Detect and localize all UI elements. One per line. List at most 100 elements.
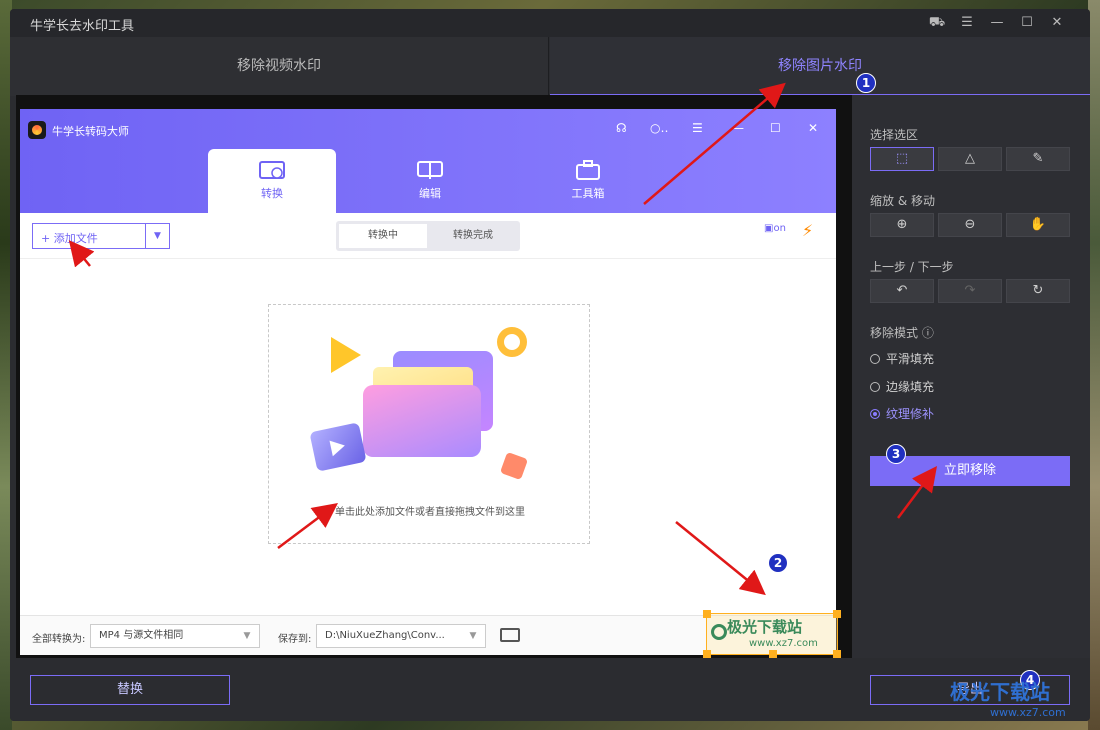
- brush-select-button[interactable]: ✎: [1006, 147, 1070, 171]
- watermark-selection-box[interactable]: 极光下载站 www.xz7.com: [703, 610, 841, 658]
- image-canvas[interactable]: 牛学长转码大师 ☊ ○‥ ☰ — ☐ ✕ 转换 编辑 工具箱 + 添加文件 ▼ …: [16, 95, 852, 658]
- watermark-text: 极光下载站: [727, 618, 803, 636]
- inner-tab-convert: 转换: [208, 149, 336, 213]
- inner-dropzone: 单击此处添加文件或者直接拖拽文件到这里: [268, 304, 590, 544]
- inner-app-name: 牛学长转码大师: [52, 125, 129, 138]
- step-badge-2: 2: [768, 553, 788, 573]
- mode-edge-fill[interactable]: 边缘填充: [870, 378, 934, 395]
- bottom-bar: 替换 导出: [10, 658, 1090, 721]
- save-to-label: 保存到:: [278, 634, 312, 645]
- hand-icon: ✋: [1029, 217, 1047, 232]
- inner-status-segment: 转换中 转换完成: [336, 221, 520, 251]
- radio-icon: [870, 382, 880, 392]
- pan-button[interactable]: ✋: [1006, 213, 1070, 237]
- inner-toolbar: + 添加文件 ▼ 转换中 转换完成 ▣on ⚡: [20, 213, 836, 259]
- rect-select-button[interactable]: ⬚: [870, 147, 934, 171]
- mode-smooth-fill-label: 平滑填充: [886, 352, 935, 366]
- inner-add-file-button: + 添加文件 ▼: [32, 223, 170, 249]
- tab-remove-image-watermark[interactable]: 移除图片水印: [550, 37, 1090, 96]
- scissors-icon: [417, 161, 443, 179]
- inner-close-icon: ✕: [808, 121, 819, 135]
- inner-maximize-icon: ☐: [770, 121, 781, 135]
- site-watermark-url: www.xz7.com: [990, 706, 1066, 719]
- mode-edge-fill-label: 边缘填充: [886, 380, 935, 394]
- mode-texture-repair[interactable]: 纹理修补: [870, 405, 934, 422]
- step-badge-1: 1: [856, 73, 876, 93]
- dropzone-hint: 单击此处添加文件或者直接拖拽文件到这里: [335, 507, 525, 518]
- close-icon[interactable]: ✕: [1047, 13, 1067, 33]
- loaded-image-screenshot: 牛学长转码大师 ☊ ○‥ ☰ — ☐ ✕ 转换 编辑 工具箱 + 添加文件 ▼ …: [20, 109, 841, 658]
- app-title: 牛学长去水印工具: [30, 19, 135, 34]
- title-bar: 牛学长去水印工具 ⛟ ☰ — ☐ ✕: [10, 9, 1090, 37]
- convert-all-value: MP4 与源文件相同: [99, 630, 184, 641]
- radio-icon: [870, 354, 880, 364]
- remove-mode-label: 移除模式: [870, 326, 919, 340]
- zoom-move-label: 缩放 & 移动: [870, 194, 935, 208]
- folder-icon: [500, 628, 520, 642]
- reset-button[interactable]: ↻: [1006, 279, 1070, 303]
- brush-icon: ✎: [1032, 151, 1044, 166]
- chevron-down-icon: ▼: [243, 631, 251, 641]
- radio-selected-icon: [870, 409, 880, 419]
- inner-tab-edit: 编辑: [366, 149, 494, 213]
- step-badge-3: 3: [886, 444, 906, 464]
- tab-remove-video-watermark[interactable]: 移除视频水印: [10, 37, 549, 96]
- resize-handle-bl[interactable]: [703, 650, 711, 658]
- cart-icon[interactable]: ⛟: [927, 13, 947, 33]
- convert-all-select: MP4 与源文件相同 ▼: [90, 624, 260, 648]
- help-icon[interactable]: ⓘ: [922, 326, 934, 340]
- inner-add-file-label: + 添加文件: [41, 232, 98, 245]
- mode-tabs: 移除视频水印 移除图片水印: [10, 37, 1090, 96]
- inner-menu-icon: ☰: [692, 121, 703, 135]
- mode-smooth-fill[interactable]: 平滑填充: [870, 350, 934, 367]
- inner-seg-done: 转换完成: [453, 230, 493, 241]
- resize-handle-tr[interactable]: [833, 610, 841, 618]
- undo-redo-label: 上一步 / 下一步: [870, 260, 954, 274]
- replace-button[interactable]: 替换: [30, 675, 230, 705]
- zoom-out-button[interactable]: ⊖: [938, 213, 1002, 237]
- cube-icon: [499, 451, 529, 481]
- resize-handle-br[interactable]: [833, 650, 841, 658]
- resize-handle-bottom[interactable]: [769, 650, 777, 658]
- gpu-acceleration-icon: ▣on: [764, 223, 786, 234]
- toolbox-icon: [576, 160, 600, 180]
- site-watermark-text: 极光下载站: [950, 680, 1050, 704]
- tool-sidebar: 选择选区 ⬚ △ ✎ 缩放 & 移动 ⊕ ⊖ ✋ 上一步 / 下一步 ↶ ↷ ↻…: [852, 95, 1090, 658]
- remove-mode-row: 移除模式 ⓘ: [870, 324, 934, 341]
- watermark-url: www.xz7.com: [749, 638, 818, 649]
- rect-select-icon: ⬚: [895, 151, 909, 166]
- inner-app-logo: [28, 121, 46, 139]
- chevron-down-icon: ▼: [145, 224, 169, 248]
- inner-tab-convert-label: 转换: [261, 187, 283, 200]
- inner-minimize-icon: —: [732, 121, 744, 135]
- video-card-icon: [309, 422, 367, 472]
- resize-handle-tl[interactable]: [703, 610, 711, 618]
- lightning-icon: ⚡: [802, 221, 814, 240]
- redo-button[interactable]: ↷: [938, 279, 1002, 303]
- redo-icon: ↷: [964, 283, 976, 298]
- zoom-in-button[interactable]: ⊕: [870, 213, 934, 237]
- maximize-icon[interactable]: ☐: [1017, 13, 1037, 33]
- polygon-select-icon: △: [965, 151, 975, 166]
- inner-seg-converting: 转换中: [339, 224, 427, 248]
- gpu-on-label: on: [773, 223, 786, 234]
- menu-icon[interactable]: ☰: [957, 13, 977, 33]
- polygon-select-button[interactable]: △: [938, 147, 1002, 171]
- inner-tab-toolbox: 工具箱: [524, 149, 652, 213]
- save-to-select: D:\NiuXueZhang\Conv... ▼: [316, 624, 486, 648]
- undo-button[interactable]: ↶: [870, 279, 934, 303]
- chevron-down-icon: ▼: [469, 631, 477, 641]
- play-triangle-icon: [331, 337, 361, 373]
- select-area-label: 选择选区: [870, 128, 919, 142]
- save-to-value: D:\NiuXueZhang\Conv...: [325, 630, 445, 641]
- minimize-icon[interactable]: —: [987, 13, 1007, 33]
- folder-front: [363, 385, 481, 457]
- zoom-in-icon: ⊕: [896, 217, 908, 232]
- refresh-icon: ↻: [1032, 283, 1044, 298]
- watermark-remover-window: 牛学长去水印工具 ⛟ ☰ — ☐ ✕ 移除视频水印 移除图片水印 牛学长转码大师…: [10, 9, 1090, 721]
- inner-more-icon: ○‥: [650, 121, 669, 135]
- inner-app-header: 牛学长转码大师 ☊ ○‥ ☰ — ☐ ✕ 转换 编辑 工具箱: [20, 109, 836, 213]
- zoom-out-icon: ⊖: [964, 217, 976, 232]
- refresh-coin-icon: [497, 327, 527, 357]
- mode-texture-repair-label: 纹理修补: [886, 407, 935, 421]
